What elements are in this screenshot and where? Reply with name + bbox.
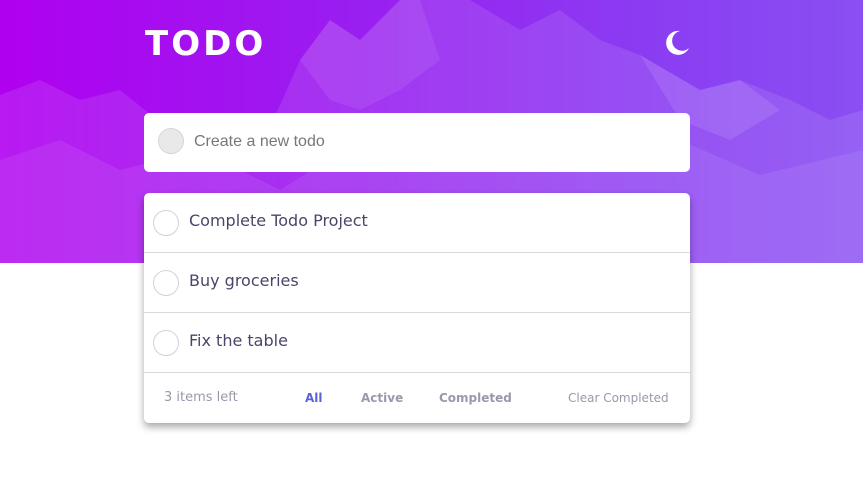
todo-footer: 3 items left All Active Completed Clear … xyxy=(144,373,690,423)
items-left-count: 3 items left xyxy=(164,390,238,405)
todo-text: Fix the table xyxy=(189,331,288,350)
filter-active[interactable]: Active xyxy=(361,391,403,405)
todo-list: Complete Todo Project Buy groceries Fix … xyxy=(144,193,690,423)
filter-all[interactable]: All xyxy=(305,391,323,405)
todo-checkbox[interactable] xyxy=(153,330,179,356)
todo-item[interactable]: Complete Todo Project xyxy=(144,193,690,253)
theme-toggle-button[interactable] xyxy=(662,28,692,58)
todo-text: Complete Todo Project xyxy=(189,211,368,230)
todo-item[interactable]: Fix the table xyxy=(144,313,690,373)
todo-item[interactable]: Buy groceries xyxy=(144,253,690,313)
new-todo-bar xyxy=(144,113,690,172)
todo-checkbox[interactable] xyxy=(153,270,179,296)
app-title: TODO xyxy=(145,24,267,64)
clear-completed-button[interactable]: Clear Completed xyxy=(568,391,669,405)
moon-icon xyxy=(666,30,689,55)
filter-completed[interactable]: Completed xyxy=(439,391,512,405)
todo-checkbox[interactable] xyxy=(153,210,179,236)
new-todo-circle[interactable] xyxy=(158,128,184,154)
new-todo-input[interactable] xyxy=(194,127,674,157)
todo-text: Buy groceries xyxy=(189,271,299,290)
